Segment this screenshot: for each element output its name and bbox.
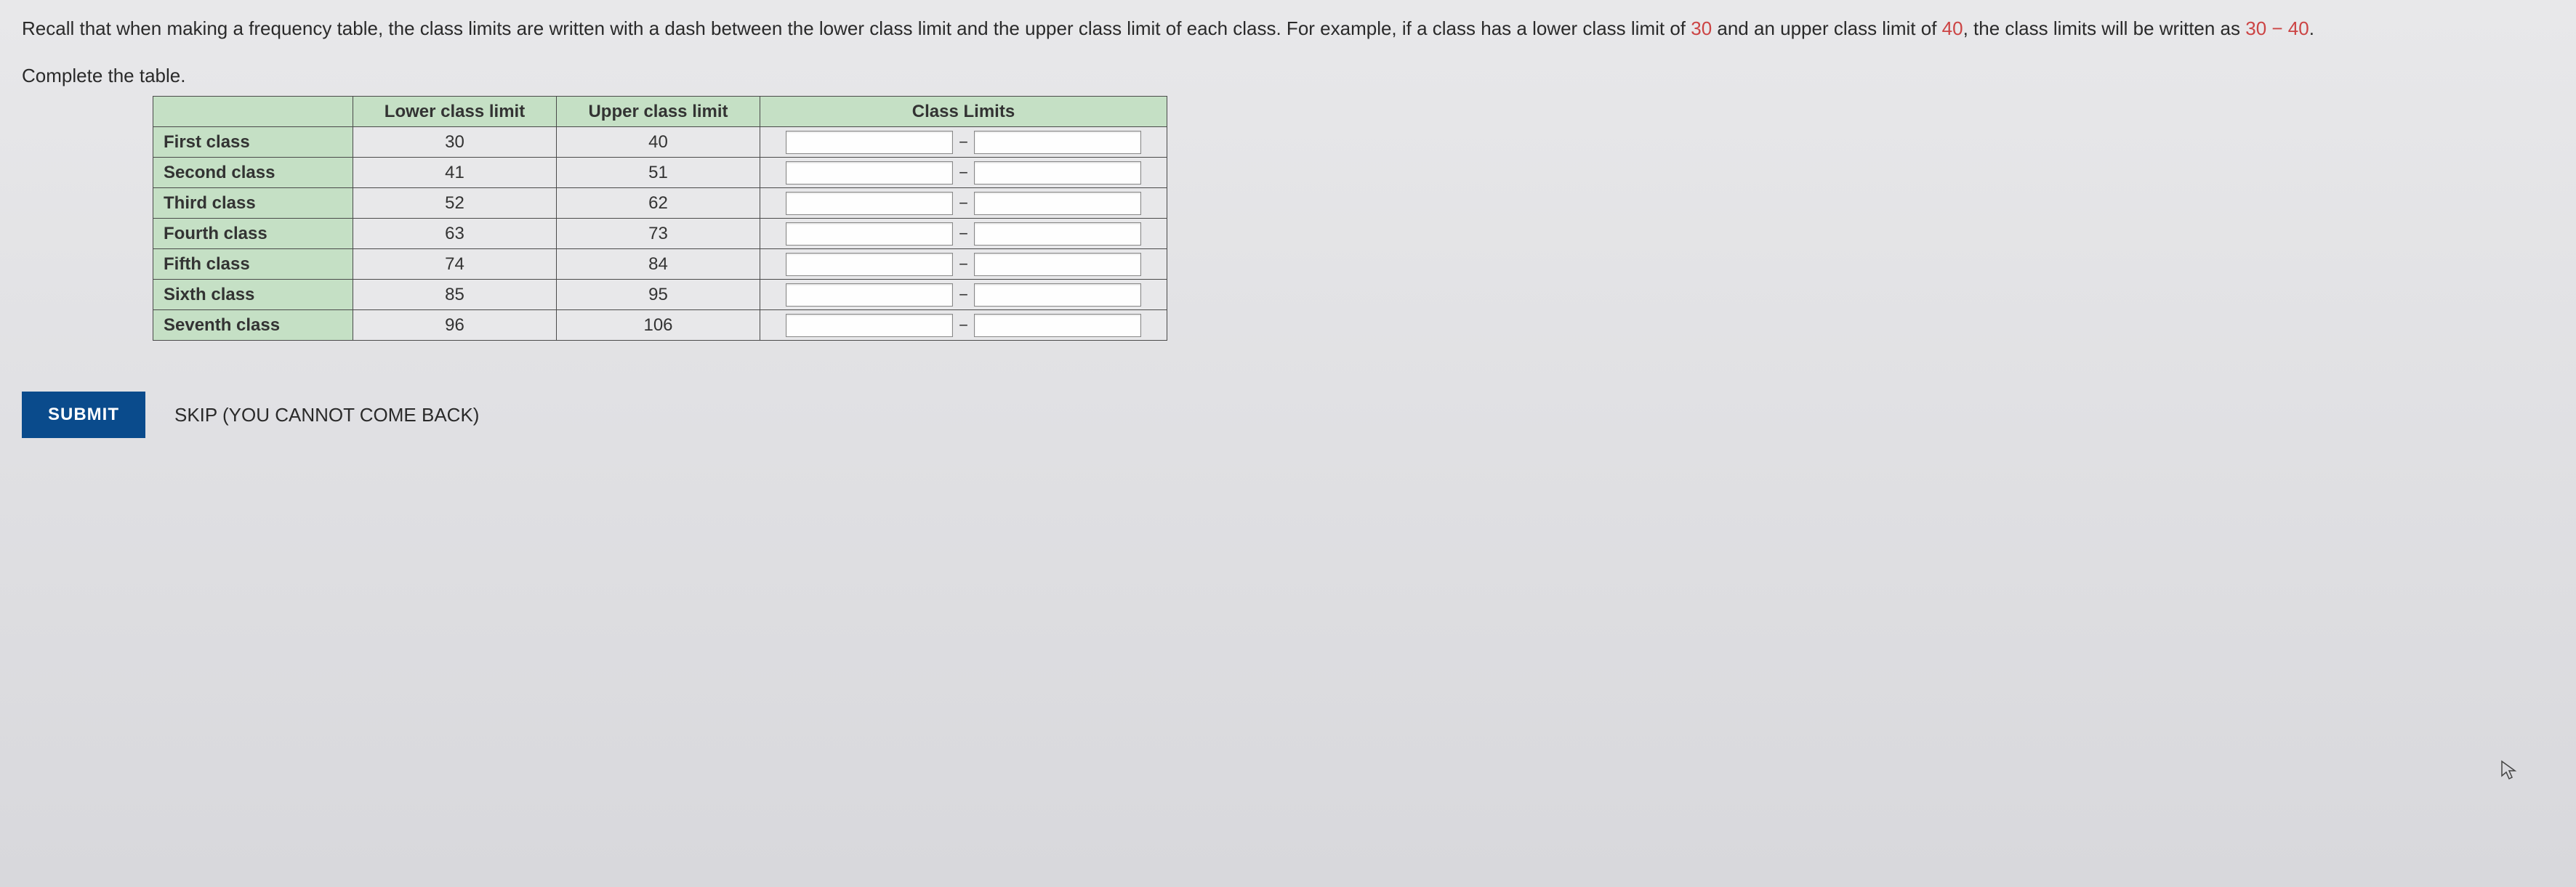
- class-limits-cell: −: [760, 280, 1167, 310]
- lower-limit-cell: 52: [353, 188, 557, 219]
- upper-limit-cell: 95: [557, 280, 760, 310]
- upper-limit-cell: 51: [557, 158, 760, 188]
- dash-separator: −: [959, 224, 968, 243]
- lower-limit-cell: 96: [353, 310, 557, 341]
- skip-link[interactable]: SKIP (YOU CANNOT COME BACK): [174, 404, 479, 426]
- lower-limit-cell: 41: [353, 158, 557, 188]
- class-limits-table: Lower class limit Upper class limit Clas…: [153, 96, 1167, 341]
- instr-expr: 30 − 40: [2245, 17, 2309, 39]
- submit-button[interactable]: SUBMIT: [22, 392, 145, 438]
- class-limit-upper-input[interactable]: [974, 314, 1141, 337]
- instr-num: 30: [1691, 17, 1712, 39]
- class-limit-upper-input[interactable]: [974, 222, 1141, 246]
- class-limit-lower-input[interactable]: [786, 131, 953, 154]
- class-limit-upper-input[interactable]: [974, 253, 1141, 276]
- instr-seg: , the class limits will be written as: [1963, 17, 2246, 39]
- row-label: Third class: [153, 188, 353, 219]
- class-limit-lower-input[interactable]: [786, 283, 953, 307]
- upper-limit-cell: 84: [557, 249, 760, 280]
- table-row: Fourth class6373 −: [153, 219, 1167, 249]
- class-limit-upper-input[interactable]: [974, 283, 1141, 307]
- upper-limit-cell: 73: [557, 219, 760, 249]
- lower-limit-cell: 85: [353, 280, 557, 310]
- row-label: Sixth class: [153, 280, 353, 310]
- prompt-text: Complete the table.: [22, 65, 2554, 87]
- class-limit-lower-input[interactable]: [786, 253, 953, 276]
- instructions-text: Recall that when making a frequency tabl…: [22, 15, 2554, 43]
- upper-limit-cell: 106: [557, 310, 760, 341]
- table-row: Third class5262 −: [153, 188, 1167, 219]
- instr-seg: .: [2309, 17, 2314, 39]
- row-label: First class: [153, 127, 353, 158]
- dash-separator: −: [959, 163, 968, 182]
- class-limit-lower-input[interactable]: [786, 161, 953, 185]
- dash-separator: −: [959, 194, 968, 213]
- class-limit-upper-input[interactable]: [974, 192, 1141, 215]
- cursor-icon: [2500, 760, 2518, 785]
- class-limits-cell: −: [760, 158, 1167, 188]
- row-label: Seventh class: [153, 310, 353, 341]
- upper-limit-cell: 40: [557, 127, 760, 158]
- class-limits-cell: −: [760, 219, 1167, 249]
- class-limits-cell: −: [760, 310, 1167, 341]
- dash-separator: −: [959, 255, 968, 274]
- table-row: Sixth class8595 −: [153, 280, 1167, 310]
- class-limit-upper-input[interactable]: [974, 161, 1141, 185]
- row-label: Fifth class: [153, 249, 353, 280]
- dash-separator: −: [959, 285, 968, 304]
- row-label: Fourth class: [153, 219, 353, 249]
- header-blank: [153, 97, 353, 127]
- lower-limit-cell: 74: [353, 249, 557, 280]
- row-label: Second class: [153, 158, 353, 188]
- instr-seg: Recall that when making a frequency tabl…: [22, 17, 1691, 39]
- header-upper: Upper class limit: [557, 97, 760, 127]
- dash-separator: −: [959, 316, 968, 335]
- class-limits-cell: −: [760, 127, 1167, 158]
- class-limit-lower-input[interactable]: [786, 314, 953, 337]
- header-limits: Class Limits: [760, 97, 1167, 127]
- table-row: Fifth class7484 −: [153, 249, 1167, 280]
- dash-separator: −: [959, 133, 968, 152]
- class-limits-cell: −: [760, 188, 1167, 219]
- instr-num: 40: [1942, 17, 1963, 39]
- instr-seg: and an upper class limit of: [1712, 17, 1942, 39]
- upper-limit-cell: 62: [557, 188, 760, 219]
- table-row: Seventh class96106 −: [153, 310, 1167, 341]
- class-limit-lower-input[interactable]: [786, 192, 953, 215]
- table-row: First class3040 −: [153, 127, 1167, 158]
- class-limit-lower-input[interactable]: [786, 222, 953, 246]
- class-limit-upper-input[interactable]: [974, 131, 1141, 154]
- lower-limit-cell: 30: [353, 127, 557, 158]
- lower-limit-cell: 63: [353, 219, 557, 249]
- table-row: Second class4151 −: [153, 158, 1167, 188]
- header-lower: Lower class limit: [353, 97, 557, 127]
- class-limits-cell: −: [760, 249, 1167, 280]
